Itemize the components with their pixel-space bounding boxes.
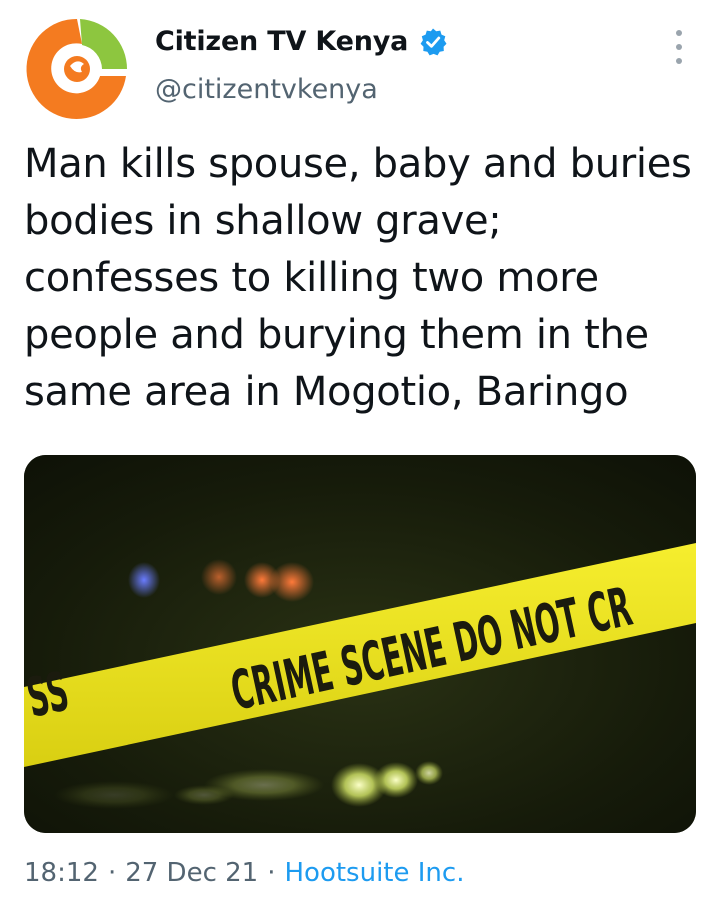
verified-badge-icon <box>418 27 448 57</box>
avatar[interactable] <box>22 14 132 124</box>
dot <box>676 58 682 64</box>
dot <box>676 44 682 50</box>
separator: · <box>107 858 117 888</box>
tweet-media-image[interactable]: SS CRIME SCENE DO NOT CR <box>24 455 696 833</box>
tweet-text: Man kills spouse, baby and buries bodies… <box>24 141 692 415</box>
citizen-tv-logo-icon <box>22 14 132 124</box>
tweet-source-link[interactable]: Hootsuite Inc. <box>284 858 464 888</box>
author-display-name[interactable]: Citizen TV Kenya <box>155 26 408 57</box>
separator: · <box>267 858 276 888</box>
more-options-icon[interactable] <box>664 30 694 64</box>
author-name-row: Citizen TV Kenya <box>155 26 448 57</box>
author-handle[interactable]: @citizentvkenya <box>155 74 378 105</box>
tweet-meta: 18:12 · 27 Dec 21 · Hootsuite Inc. <box>24 858 464 888</box>
tweet-time[interactable]: 18:12 <box>24 858 99 888</box>
dot <box>676 30 682 36</box>
tweet-date[interactable]: 27 Dec 21 <box>125 858 258 888</box>
